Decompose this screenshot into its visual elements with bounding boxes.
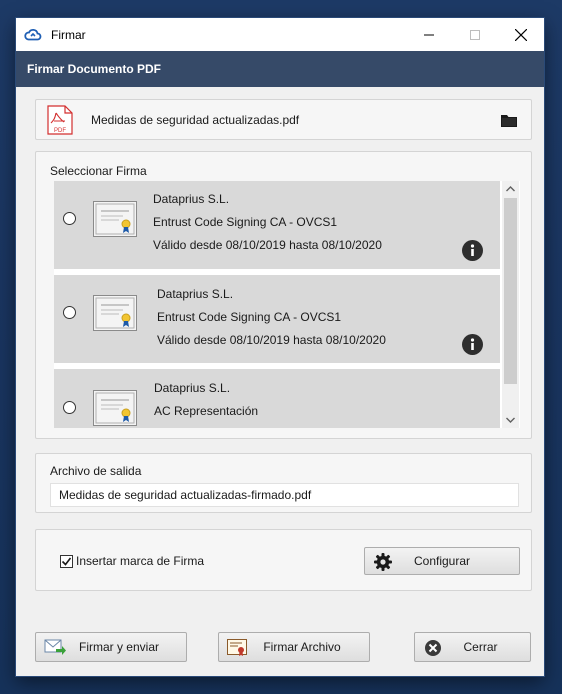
info-icon[interactable] xyxy=(462,334,483,355)
close-icon xyxy=(515,28,527,41)
signature-holder: Dataprius S.L. xyxy=(157,287,234,301)
signature-select-label: Seleccionar Firma xyxy=(50,164,147,178)
sign-and-send-button[interactable]: Firmar y enviar xyxy=(35,632,187,662)
pdf-icon-label: PDF xyxy=(54,128,66,134)
source-file-panel: PDF Medidas de seguridad actualizadas.pd… xyxy=(35,99,532,140)
dialog-header: Firmar Documento PDF xyxy=(16,51,544,87)
maximize-icon xyxy=(470,29,480,40)
signature-issuer: Entrust Code Signing CA - OVCS1 xyxy=(153,215,338,229)
certificate-icon xyxy=(93,295,137,331)
options-panel: Insertar marca de Firma Configurar xyxy=(35,529,532,591)
pdf-file-icon: PDF xyxy=(47,104,73,135)
signature-radio[interactable] xyxy=(63,401,76,414)
certificate-icon xyxy=(93,201,137,237)
minimize-button[interactable] xyxy=(406,18,452,51)
close-circle-icon xyxy=(425,640,441,656)
signature-issuer: Entrust Code Signing CA - OVCS1 xyxy=(157,310,342,324)
signature-issuer: AC Representación xyxy=(154,404,259,418)
signature-validity: Válido desde 08/10/2019 hasta 08/10/2020 xyxy=(153,238,382,252)
signature-list-scrollbar[interactable] xyxy=(502,181,519,428)
minimize-icon xyxy=(424,34,434,35)
title-bar[interactable]: Firmar xyxy=(16,18,544,51)
window-controls xyxy=(406,18,544,51)
firmar-window: Firmar Firmar Documento PDF PDF Medidas … xyxy=(16,18,544,676)
folder-icon[interactable] xyxy=(501,113,517,127)
certificate-icon xyxy=(93,390,137,426)
chevron-down-icon xyxy=(506,417,515,423)
checkmark-icon xyxy=(61,557,72,566)
signature-select-panel: Seleccionar Firma Dataprius S.L. Entrust… xyxy=(35,151,532,439)
signature-holder: Dataprius S.L. xyxy=(154,381,231,395)
signature-item[interactable]: Dataprius S.L. AC Representación xyxy=(54,369,500,428)
window-title: Firmar xyxy=(51,27,86,42)
source-file-name: Medidas de seguridad actualizadas.pdf xyxy=(91,112,300,127)
output-file-label: Archivo de salida xyxy=(50,464,142,478)
output-file-panel: Archivo de salida Medidas de seguridad a… xyxy=(35,453,532,513)
scroll-up-button[interactable] xyxy=(502,181,519,197)
cloud-sync-icon xyxy=(24,28,42,40)
certificate-icon xyxy=(227,639,247,656)
signature-item[interactable]: Dataprius S.L. Entrust Code Signing CA -… xyxy=(54,275,500,363)
scroll-thumb[interactable] xyxy=(504,198,517,384)
close-button[interactable]: Cerrar xyxy=(414,632,531,662)
close-window-button[interactable] xyxy=(498,18,544,51)
info-icon[interactable] xyxy=(462,240,483,261)
configure-button[interactable]: Configurar xyxy=(364,547,520,575)
sign-file-button[interactable]: Firmar Archivo xyxy=(218,632,370,662)
signature-radio[interactable] xyxy=(63,306,76,319)
gear-icon xyxy=(374,553,392,571)
mail-send-icon xyxy=(44,639,66,655)
chevron-up-icon xyxy=(506,186,515,192)
scroll-down-button[interactable] xyxy=(502,412,519,428)
signature-item[interactable]: Dataprius S.L. Entrust Code Signing CA -… xyxy=(54,181,500,269)
signature-radio[interactable] xyxy=(63,212,76,225)
signature-list[interactable]: Dataprius S.L. Entrust Code Signing CA -… xyxy=(54,181,520,428)
maximize-button[interactable] xyxy=(452,18,498,51)
output-file-field[interactable]: Medidas de seguridad actualizadas-firmad… xyxy=(50,483,519,507)
watermark-checkbox[interactable] xyxy=(60,555,73,568)
watermark-label: Insertar marca de Firma xyxy=(76,554,205,568)
signature-holder: Dataprius S.L. xyxy=(153,192,230,206)
signature-validity: Válido desde 08/10/2019 hasta 08/10/2020 xyxy=(157,333,386,347)
